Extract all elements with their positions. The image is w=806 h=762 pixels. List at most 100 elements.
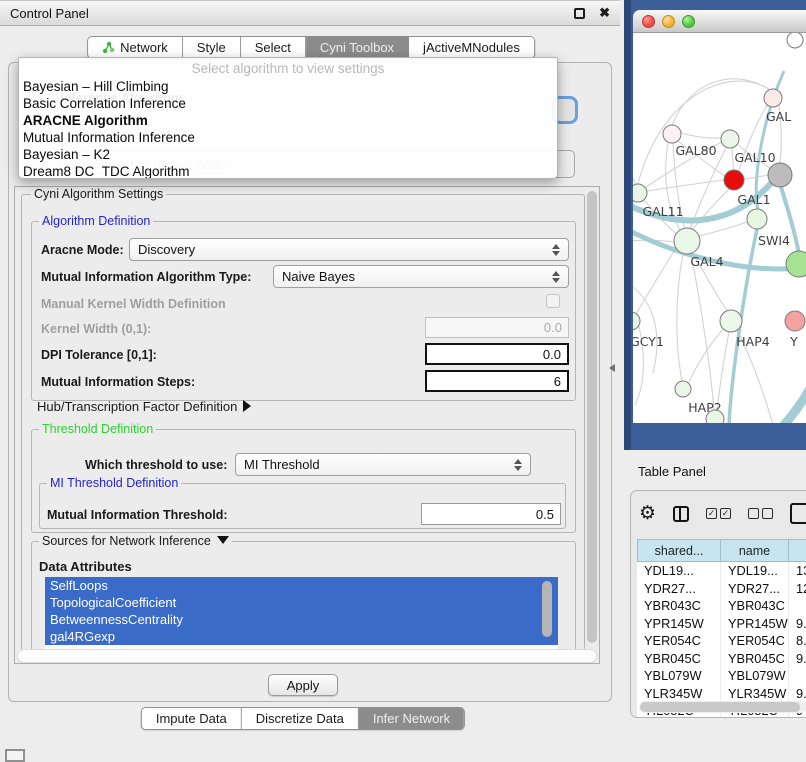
algorithm-option[interactable]: Basic Correlation Inference [19,95,557,112]
table-row[interactable]: YPR145WYPR145W9. [637,615,806,633]
network-edge[interactable] [633,287,657,373]
tab-cyni-toolbox[interactable]: Cyni Toolbox [306,37,409,58]
dpi-tolerance-field[interactable]: 0.0 [425,343,569,365]
attribute-item[interactable]: gal4RGexp [45,628,558,645]
data-attributes-list[interactable]: SelfLoopsTopologicalCoefficientBetweenne… [45,577,558,649]
network-window-titlebar[interactable] [633,10,806,33]
attribute-item[interactable]: TopologicalCoefficient [45,594,558,611]
table-row[interactable]: YBL079WYBL079W [637,667,806,685]
tab-infer-network[interactable]: Infer Network [359,708,464,729]
mi-steps-field[interactable]: 6 [425,370,569,392]
network-edge[interactable] [636,248,676,314]
network-node-gal80[interactable] [663,125,681,143]
hub-transcription-section[interactable]: Hub/Transcription Factor Definition [37,399,251,414]
attribute-item[interactable]: SelfLoops [45,577,558,594]
control-panel-titlebar: Control Panel ✖ [0,0,620,26]
float-window-icon[interactable] [574,8,585,19]
network-edge-highlighted[interactable] [745,383,806,423]
column-header[interactable]: name [721,539,789,562]
top-tab-bar: Network Style Select Cyni Toolbox jActiveMNo… [87,36,535,59]
document-icon[interactable] [790,503,806,524]
table-row[interactable]: YBR043CYBR043C [637,597,806,615]
table-cell: YDR27... [721,580,789,598]
tab-network[interactable]: Network [88,37,183,58]
which-threshold-combo[interactable]: MI Threshold [235,453,531,476]
table-cell: 9. [789,615,806,633]
algorithm-option[interactable]: Bayesian – Hill Climbing [19,78,557,95]
table-row[interactable]: YLR345WYLR345W9. [637,685,806,703]
network-edge[interactable] [638,81,769,184]
column-header[interactable]: shared... [637,539,721,562]
table-row[interactable]: YER054CYER054C8. [637,632,806,650]
network-edge[interactable] [717,332,729,410]
table-row[interactable]: YDL19...YDL19...13 [637,562,806,580]
docked-panel-icon[interactable] [5,749,25,762]
table-cell: YPR145W [637,615,721,633]
network-node-gal[interactable] [764,89,782,107]
column-header[interactable] [789,539,806,562]
attribute-list-scrollbar[interactable] [542,581,552,637]
network-edge[interactable] [681,133,721,138]
network-node-swi4[interactable] [747,209,767,229]
network-node[interactable] [706,410,724,423]
network-node-hap2[interactable] [675,381,691,397]
minimize-traffic-light-icon[interactable] [662,15,675,28]
mi-threshold-field[interactable]: 0.5 [421,503,561,525]
network-node-gal1[interactable] [724,170,744,190]
tab-label: Style [197,40,226,55]
attribute-item[interactable]: BetweennessCentrality [45,611,558,628]
close-icon[interactable]: ✖ [599,5,610,21]
settings-horizontal-scrollbar[interactable] [17,649,597,663]
panel-collapse-arrow-icon[interactable] [609,364,615,372]
expanded-arrow-icon[interactable] [217,536,229,544]
network-edge[interactable] [647,180,724,191]
tab-impute-data[interactable]: Impute Data [142,708,242,729]
network-node-gal11[interactable] [633,184,647,202]
algorithm-option[interactable]: Dream8 DC_TDC Algorithm [19,163,557,179]
close-traffic-light-icon[interactable] [642,15,655,28]
network-edge[interactable] [689,328,724,382]
network-node[interactable] [786,251,806,277]
apply-button[interactable]: Apply [268,674,338,696]
select-all-icon[interactable]: ✓✓ [706,508,731,519]
zoom-traffic-light-icon[interactable] [682,15,695,28]
tab-label: Cyni Toolbox [320,40,394,55]
aracne-mode-combo[interactable]: Discovery [129,238,569,261]
algorithm-option[interactable]: ARACNE Algorithm [19,112,557,129]
settings-vertical-scrollbar[interactable] [587,191,597,643]
network-node-gal10[interactable] [721,130,739,148]
table-panel-title: Table Panel [638,464,706,479]
gear-icon[interactable]: ⚙ [639,504,656,523]
network-view-canvas[interactable]: GALGAL80GAL10GAL1GAL11SWI4GAL4GCY1HAP4YH… [633,33,806,423]
manual-kernel-width-checkbox[interactable] [546,294,560,308]
algorithm-option[interactable]: Bayesian – K2 [19,146,557,163]
network-edge[interactable] [691,254,714,410]
network-graph: GALGAL80GAL10GAL1GAL11SWI4GAL4GCY1HAP4YH… [633,33,806,423]
network-node-gal4[interactable] [674,228,700,254]
table-panel-window: ⚙ ✓✓ shared...name YDL19...YDL19...13YDR… [630,490,806,718]
tab-style[interactable]: Style [183,37,241,58]
table-row[interactable]: YDR27...YDR27...12 [637,580,806,598]
table-horizontal-scrollbar[interactable] [639,701,806,713]
deselect-all-icon[interactable] [748,508,773,519]
mi-algorithm-type-value: Naive Bayes [282,269,552,284]
tab-select[interactable]: Select [241,37,306,58]
network-node-y[interactable] [785,311,805,331]
node-label: GAL [766,109,791,124]
network-node[interactable] [787,33,803,48]
algorithm-dropdown-popup: Select algorithm to view settings Bayesi… [18,57,558,179]
network-edge[interactable] [699,222,747,236]
mi-algorithm-type-combo[interactable]: Naive Bayes [273,265,569,288]
network-node-hap4[interactable] [720,310,742,332]
tab-discretize-data[interactable]: Discretize Data [242,708,359,729]
table-row[interactable]: YBR045CYBR045C9. [637,650,806,668]
algorithm-option[interactable]: Mutual Information Inference [19,129,557,146]
network-node[interactable] [768,163,792,187]
table-header-row: shared...name [637,539,806,562]
collapsed-arrow-icon[interactable] [243,400,251,412]
columns-icon[interactable] [673,506,689,522]
network-edge[interactable] [677,254,683,381]
table-cell: YBR043C [637,597,721,615]
tab-jactivemnodules[interactable]: jActiveMNodules [409,37,534,58]
table-cell: YLR345W [721,685,789,703]
